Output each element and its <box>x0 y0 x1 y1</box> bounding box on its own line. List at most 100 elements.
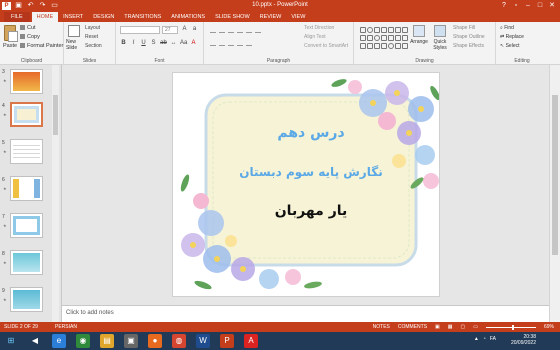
replace-button[interactable]: ⇄ Replace <box>500 34 524 40</box>
align-center-icon[interactable] <box>219 40 225 46</box>
slide-line-title[interactable]: یار مهربان <box>206 203 416 219</box>
media-icon[interactable]: ◉ <box>76 334 90 348</box>
tab-review[interactable]: REVIEW <box>255 12 287 22</box>
increase-indent-icon[interactable] <box>237 27 243 33</box>
thumbnails-scrollbar[interactable] <box>52 65 59 322</box>
clock[interactable]: 20:38 20/09/2022 <box>511 334 536 346</box>
comments-button[interactable]: COMMENTS <box>398 322 427 332</box>
paste-button[interactable]: Paste <box>3 43 17 49</box>
tab-transitions[interactable]: TRANSITIONS <box>119 12 166 22</box>
help-icon[interactable]: ? <box>498 0 510 11</box>
text-direction-button[interactable]: Text Direction <box>304 25 334 31</box>
rtl-icon[interactable] <box>255 27 261 33</box>
normal-view-icon[interactable]: ▣ <box>435 322 440 332</box>
underline-icon[interactable]: U <box>140 40 147 46</box>
case-icon[interactable]: Aa <box>180 40 187 46</box>
bold-icon[interactable]: B <box>120 40 127 46</box>
close-icon[interactable]: ✕ <box>546 0 558 11</box>
zoom-slider[interactable] <box>485 324 536 330</box>
start-icon[interactable]: ⊞ <box>4 334 18 348</box>
shape-outline-button[interactable]: Shape Outline <box>453 34 485 40</box>
browser-back-icon[interactable]: ◀ <box>28 334 42 348</box>
find-button[interactable]: ⌕ Find <box>500 25 514 31</box>
slide-thumbnail[interactable] <box>10 139 43 164</box>
input-language[interactable]: FA <box>490 336 496 342</box>
grow-font-icon[interactable]: A <box>181 26 188 32</box>
align-text-button[interactable]: Align Text <box>304 34 326 40</box>
slide-line-lesson[interactable]: درس دهم <box>206 125 416 141</box>
slide-thumbnail[interactable] <box>10 213 43 238</box>
bullets-icon[interactable] <box>210 27 216 33</box>
scrollbar-thumb[interactable] <box>552 95 558 255</box>
app-icon[interactable]: ▣ <box>124 334 138 348</box>
notes-pane[interactable]: Click to add notes <box>62 305 549 322</box>
shrink-font-icon[interactable]: a <box>191 26 198 32</box>
slide-thumbnail[interactable] <box>10 102 43 127</box>
slide-thumbnail[interactable] <box>10 287 43 312</box>
spacing-icon[interactable]: ↔ <box>170 40 177 46</box>
font-size-input[interactable]: 27 <box>162 26 178 34</box>
tab-home[interactable]: HOME <box>31 12 59 22</box>
new-slide-button[interactable]: New Slide <box>66 39 84 51</box>
word-icon[interactable]: W <box>196 334 210 348</box>
tab-slide-show[interactable]: SLIDE SHOW <box>210 12 255 22</box>
quick-styles-button[interactable]: Quick Styles <box>430 25 450 51</box>
shapes-gallery[interactable] <box>360 27 408 55</box>
line-spacing-icon[interactable] <box>246 27 252 33</box>
volume-icon[interactable]: ◔ <box>483 336 486 342</box>
format-painter-button[interactable]: Format Painter <box>20 43 63 49</box>
reading-view-icon[interactable]: ▢ <box>461 322 466 332</box>
cut-button[interactable]: Cut <box>20 25 36 31</box>
new-slide-icon[interactable] <box>68 25 80 37</box>
reset-button[interactable]: Reset <box>85 34 98 40</box>
decrease-indent-icon[interactable] <box>228 27 234 33</box>
strikethrough-icon[interactable]: ab <box>160 40 167 46</box>
font-name-input[interactable] <box>120 26 160 34</box>
notes-button[interactable]: NOTES <box>373 322 390 332</box>
language-indicator[interactable]: PERSIAN <box>55 322 77 332</box>
align-left-icon[interactable] <box>210 40 216 46</box>
slideshow-view-icon[interactable]: ▭ <box>473 322 478 332</box>
paste-icon[interactable] <box>4 25 18 42</box>
layout-button[interactable]: Layout <box>85 25 100 31</box>
explorer-icon[interactable]: e <box>52 334 66 348</box>
tab-file[interactable]: FILE <box>4 12 30 22</box>
tab-view[interactable]: VIEW <box>286 12 310 22</box>
arrange-button[interactable]: Arrange <box>409 25 429 45</box>
font-color-icon[interactable]: A <box>190 40 197 46</box>
slide-thumbnail[interactable] <box>10 69 43 94</box>
title-bar: P ▣ ↶ ↷ ▭ 10.pptx - PowerPoint ? ▫ – □ ✕ <box>0 0 560 11</box>
slide-thumbnail[interactable] <box>10 250 43 275</box>
copy-button[interactable]: Copy <box>20 34 40 40</box>
minimize-icon[interactable]: – <box>522 0 534 11</box>
shape-fill-button[interactable]: Shape Fill <box>453 25 475 31</box>
shape-effects-button[interactable]: Shape Effects <box>453 43 484 49</box>
slide-thumbnail[interactable] <box>10 176 43 201</box>
smartart-button[interactable]: Convert to SmartArt <box>304 43 348 49</box>
powerpoint-taskbar-icon[interactable]: P <box>220 334 234 348</box>
tab-design[interactable]: DESIGN <box>88 12 119 22</box>
acrobat-icon[interactable]: A <box>244 334 258 348</box>
shadow-icon[interactable]: S <box>150 40 157 46</box>
section-button[interactable]: Section <box>85 43 102 49</box>
current-slide[interactable]: درس دهم نگارش پایه سوم دبستان یار مهربان <box>172 72 440 297</box>
tab-insert[interactable]: INSERT <box>58 12 88 22</box>
zoom-level[interactable]: 69% <box>544 322 554 332</box>
justify-icon[interactable] <box>237 40 243 46</box>
folder-icon[interactable]: ▤ <box>100 334 114 348</box>
chrome-icon[interactable]: ◍ <box>172 334 186 348</box>
numbering-icon[interactable] <box>219 27 225 33</box>
slide-line-subject[interactable]: نگارش پایه سوم دبستان <box>206 165 416 179</box>
ribbon-options-icon[interactable]: ▫ <box>510 0 522 11</box>
italic-icon[interactable]: I <box>130 40 137 46</box>
maximize-icon[interactable]: □ <box>534 0 546 11</box>
slide-scrollbar[interactable] <box>549 65 560 322</box>
select-button[interactable]: ↖ Select <box>500 43 520 49</box>
tab-animations[interactable]: ANIMATIONS <box>166 12 210 22</box>
sorter-view-icon[interactable]: ▦ <box>448 322 453 332</box>
network-icon[interactable]: ▲ <box>474 336 479 342</box>
scrollbar-thumb[interactable] <box>53 95 58 135</box>
columns-icon[interactable] <box>246 40 252 46</box>
firefox-icon[interactable]: ● <box>148 334 162 348</box>
align-right-icon[interactable] <box>228 40 234 46</box>
